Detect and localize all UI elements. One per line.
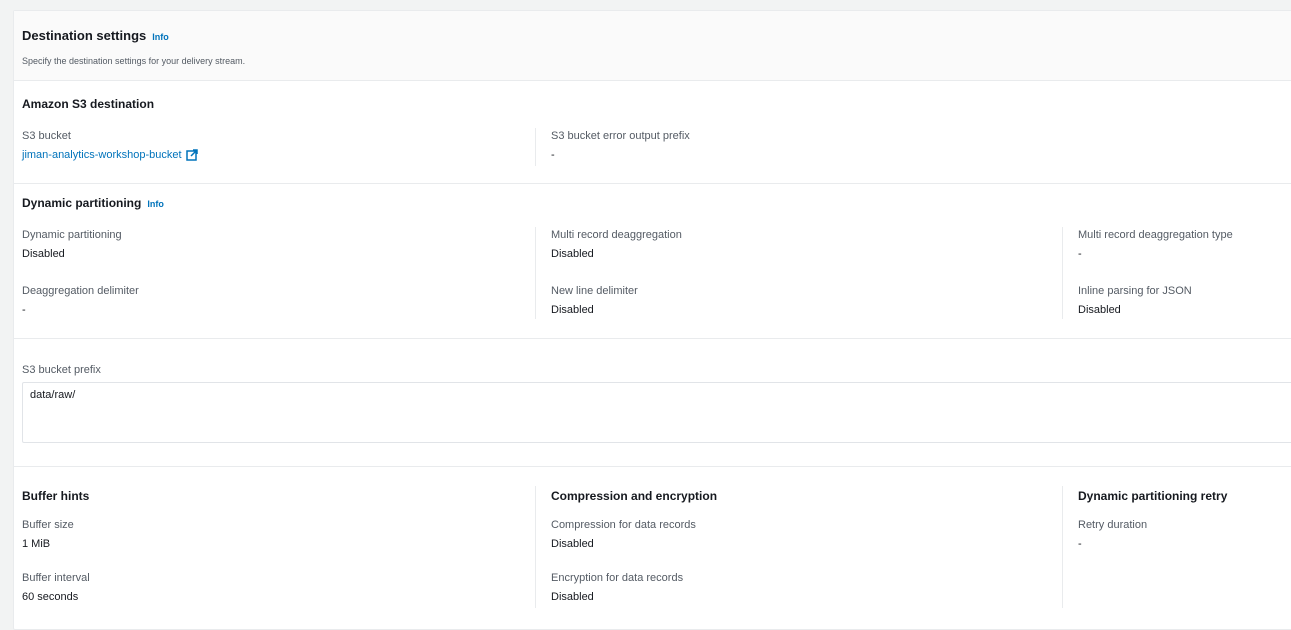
column-divider	[535, 128, 536, 166]
panel-header: Destination settings Info Specify the des…	[14, 11, 1291, 81]
compression-encryption-title: Compression and encryption	[551, 489, 718, 503]
multi-record-deaggregation-value: Disabled	[551, 248, 594, 260]
new-line-delimiter-value: Disabled	[551, 304, 594, 316]
buffer-interval-value: 60 seconds	[22, 591, 79, 603]
inline-parsing-json-value: Disabled	[1078, 304, 1121, 316]
section-divider	[14, 183, 1291, 184]
dynamic-partitioning-value: Disabled	[22, 248, 65, 260]
deaggregation-delimiter-label: Deaggregation delimiter	[22, 285, 139, 297]
encryption-value: Disabled	[551, 591, 594, 603]
column-divider	[1062, 486, 1063, 608]
buffer-hints-title: Buffer hints	[22, 489, 90, 503]
compression-label: Compression for data records	[551, 519, 696, 531]
inline-parsing-json-label: Inline parsing for JSON	[1078, 285, 1192, 297]
dynamic-partitioning-info-link[interactable]: Info	[147, 199, 164, 209]
title-text: Destination settings	[22, 28, 147, 43]
s3-bucket-prefix-field[interactable]: data/raw/	[22, 382, 1291, 443]
compression-value: Disabled	[551, 538, 594, 550]
buffer-size-label: Buffer size	[22, 519, 74, 531]
page-title: Destination settings Info	[22, 28, 169, 43]
column-divider	[535, 227, 536, 319]
column-divider	[535, 486, 536, 608]
retry-duration-label: Retry duration	[1078, 519, 1148, 531]
multi-record-deaggregation-type-value: -	[1078, 248, 1082, 260]
section-divider	[14, 338, 1291, 339]
error-prefix-label: S3 bucket error output prefix	[551, 130, 690, 142]
destination-settings-panel: Destination settings Info Specify the des…	[13, 10, 1291, 630]
buffer-interval-label: Buffer interval	[22, 572, 90, 584]
s3-bucket-label: S3 bucket	[22, 130, 71, 142]
s3-bucket-prefix-label: S3 bucket prefix	[22, 364, 101, 376]
deaggregation-delimiter-value: -	[22, 304, 26, 316]
dynamic-partitioning-label: Dynamic partitioning	[22, 229, 122, 241]
retry-duration-value: -	[1078, 538, 1082, 550]
dynamic-partitioning-title-text: Dynamic partitioning	[22, 196, 142, 210]
external-link-icon	[185, 149, 198, 161]
new-line-delimiter-label: New line delimiter	[551, 285, 638, 297]
column-divider	[1062, 227, 1063, 319]
info-link[interactable]: Info	[152, 32, 169, 42]
s3-destination-title: Amazon S3 destination	[22, 97, 155, 111]
error-prefix-value: -	[551, 149, 555, 161]
s3-bucket-link[interactable]: jiman-analytics-workshop-bucket	[22, 149, 198, 161]
dynamic-partitioning-retry-title: Dynamic partitioning retry	[1078, 489, 1228, 503]
dynamic-partitioning-title: Dynamic partitioning Info	[22, 196, 164, 210]
section-divider	[14, 466, 1291, 467]
panel-description: Specify the destination settings for you…	[22, 56, 246, 66]
s3-bucket-link-text: jiman-analytics-workshop-bucket	[22, 149, 182, 161]
multi-record-deaggregation-label: Multi record deaggregation	[551, 229, 682, 241]
buffer-size-value: 1 MiB	[22, 538, 51, 550]
encryption-label: Encryption for data records	[551, 572, 684, 584]
multi-record-deaggregation-type-label: Multi record deaggregation type	[1078, 229, 1233, 241]
